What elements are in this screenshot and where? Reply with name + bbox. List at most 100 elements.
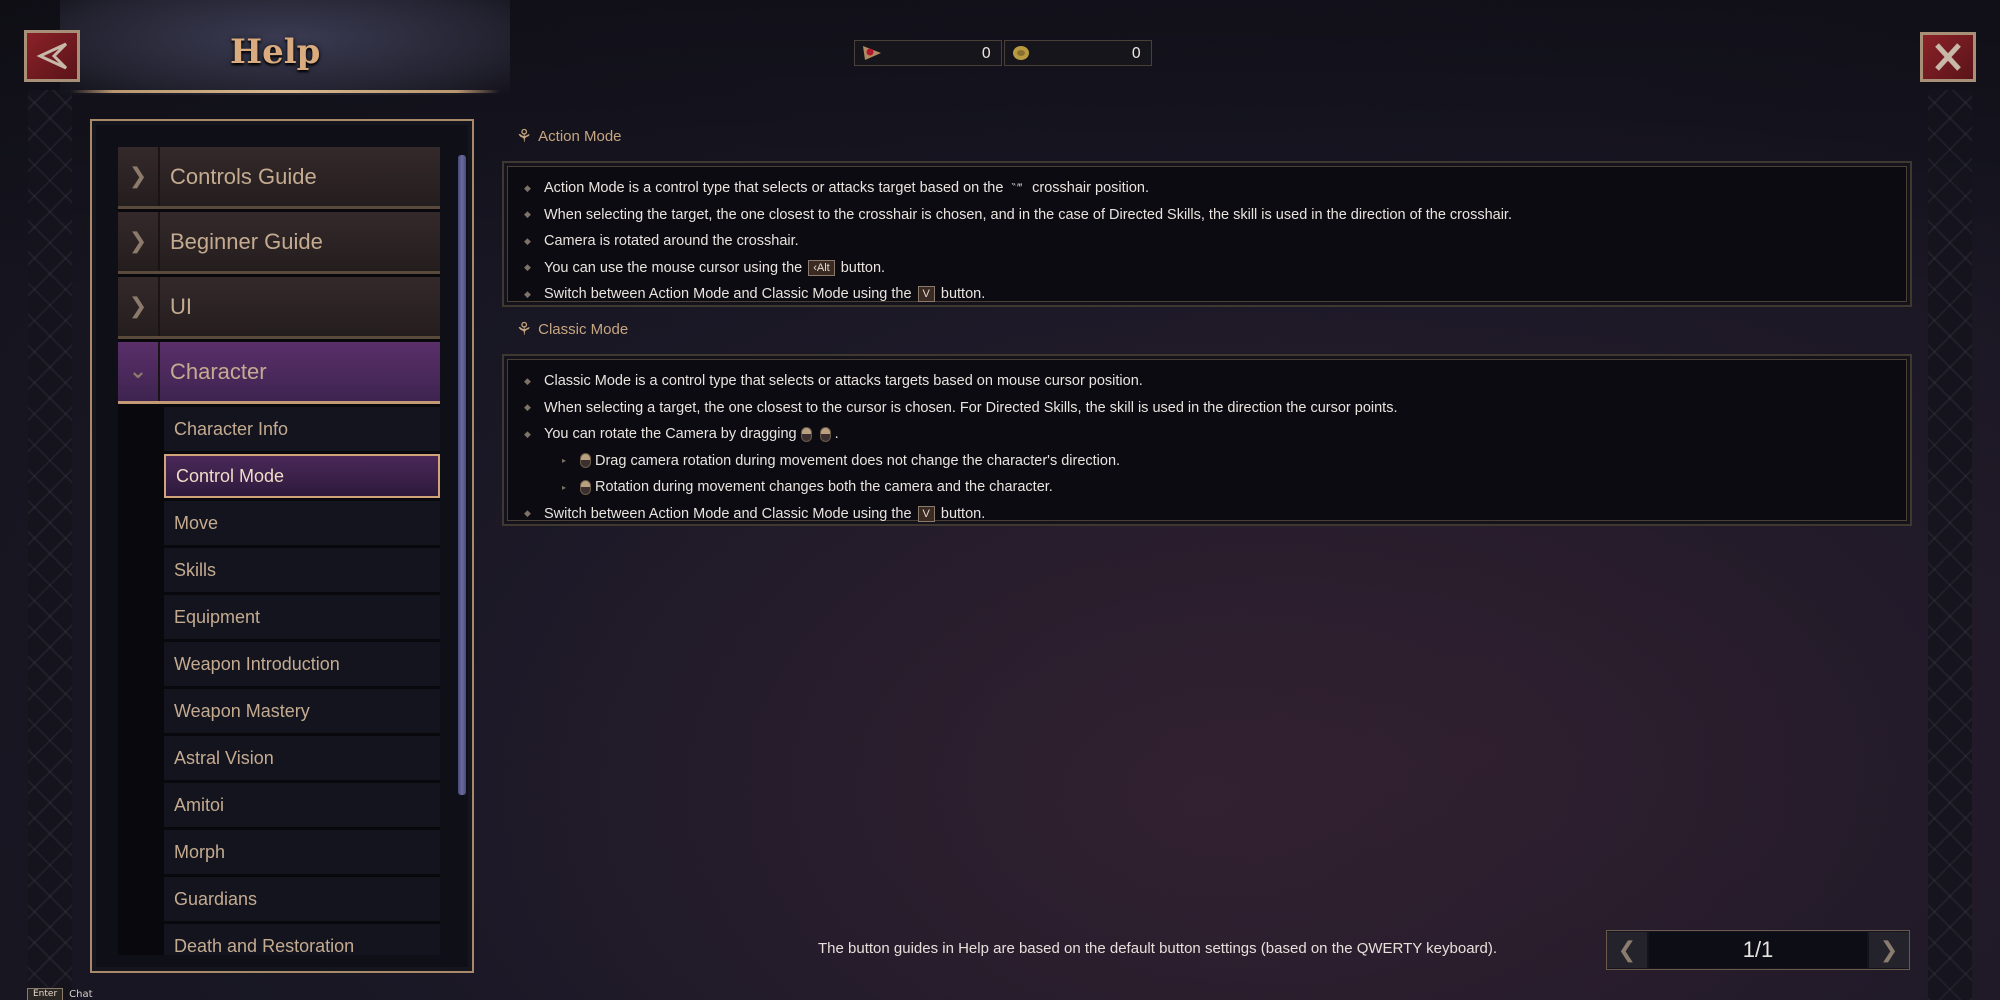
- subitem-amitoi[interactable]: Amitoi: [164, 783, 440, 827]
- help-navigation-panel: ❯ Controls Guide ❯ Beginner Guide ❯ UI ⌄…: [90, 119, 474, 973]
- button-guide-note: The button guides in Help are based on t…: [818, 940, 1498, 957]
- right-mouse-button-icon: [819, 426, 831, 442]
- close-x-icon: [1935, 43, 1961, 71]
- section-title-action-mode: ⚘ Action Mode: [516, 126, 622, 147]
- diamond-bullet-icon: ◆: [524, 288, 531, 299]
- action-mode-box: ◆ Action Mode is a control type that sel…: [502, 161, 1912, 307]
- section-title-text: Classic Mode: [538, 321, 629, 338]
- line-text: button.: [940, 505, 986, 522]
- line-text: Drag camera rotation during movement doe…: [595, 452, 1121, 469]
- info-subline: ▸ Rotation during movement changes both …: [504, 474, 1910, 501]
- line-text: Switch between Action Mode and Classic M…: [544, 286, 912, 303]
- chat-shortcut-hint[interactable]: Enter Chat: [27, 988, 93, 1000]
- v-key-badge: V: [917, 505, 935, 522]
- enter-key-badge: Enter: [27, 988, 64, 1000]
- info-line: ◆ When selecting a target, the one close…: [504, 395, 1910, 422]
- close-button[interactable]: [1920, 32, 1976, 82]
- category-label: Controls Guide: [170, 163, 317, 189]
- diamond-bullet-icon: ◆: [524, 182, 531, 193]
- gem-ticket-icon: [863, 46, 881, 60]
- info-line: ◆ Switch between Action Mode and Classic…: [504, 501, 1910, 528]
- chevron-left-icon: ❮: [1617, 937, 1637, 963]
- diamond-bullet-icon: ◆: [524, 235, 531, 246]
- category-label: Beginner Guide: [170, 228, 323, 254]
- info-subline: ▸ Drag camera rotation during movement d…: [504, 448, 1910, 475]
- category-character[interactable]: ⌄ Character: [118, 342, 440, 404]
- subitem-character-info[interactable]: Character Info: [164, 407, 440, 451]
- line-text: Rotation during movement changes both th…: [595, 479, 1053, 496]
- subitem-astral-vision[interactable]: Astral Vision: [164, 736, 440, 780]
- info-line: ◆ When selecting the target, the one clo…: [504, 202, 1910, 229]
- subitem-guardians[interactable]: Guardians: [164, 877, 440, 921]
- diamond-bullet-icon: ◆: [524, 508, 531, 519]
- section-title-text: Action Mode: [538, 128, 622, 145]
- alt-key-badge: ‹Alt: [808, 259, 835, 276]
- subitem-equipment[interactable]: Equipment: [164, 595, 440, 639]
- help-topic-list: ❯ Controls Guide ❯ Beginner Guide ❯ UI ⌄…: [118, 147, 440, 955]
- nav-scrollbar[interactable]: [458, 155, 466, 795]
- subitem-control-mode[interactable]: Control Mode: [164, 454, 440, 498]
- fleur-de-lis-icon: ⚘: [516, 126, 533, 146]
- info-line: ◆ Action Mode is a control type that sel…: [504, 175, 1910, 202]
- line-text: button.: [840, 259, 886, 276]
- classic-mode-box: ◆ Classic Mode is a control type that se…: [502, 354, 1912, 526]
- line-text: button.: [940, 286, 986, 303]
- pagination: ❮ 1/1 ❯: [1606, 930, 1910, 970]
- currency-gem-value: 0: [981, 44, 991, 62]
- info-line: ◆ You can rotate the Camera by dragging …: [504, 421, 1910, 448]
- crosshair-icon: ‶‴: [1011, 181, 1025, 196]
- diamond-bullet-icon: ◆: [524, 375, 531, 386]
- subitem-morph[interactable]: Morph: [164, 830, 440, 874]
- line-text: Camera is rotated around the crosshair.: [544, 233, 799, 250]
- category-label: Character: [170, 358, 267, 384]
- currency-gold-counter: 0: [1004, 40, 1152, 66]
- line-text: You can use the mouse cursor using the: [544, 259, 803, 276]
- fleur-de-lis-icon: ⚘: [516, 319, 533, 339]
- right-decorative-border: [1928, 90, 1972, 1000]
- subitem-death-and-restoration[interactable]: Death and Restoration: [164, 924, 440, 955]
- page-indicator: 1/1: [1649, 932, 1867, 968]
- gold-coin-icon: [1013, 46, 1029, 60]
- category-controls-guide[interactable]: ❯ Controls Guide: [118, 147, 440, 209]
- left-mouse-button-icon: [580, 479, 591, 495]
- diamond-bullet-icon: ◆: [524, 402, 531, 413]
- category-ui[interactable]: ❯ UI: [118, 277, 440, 339]
- line-text: Action Mode is a control type that selec…: [544, 180, 1004, 197]
- line-text: Switch between Action Mode and Classic M…: [544, 505, 912, 522]
- section-title-classic-mode: ⚘ Classic Mode: [516, 319, 628, 340]
- line-text: When selecting the target, the one close…: [544, 206, 1512, 223]
- header-ornament-line: [70, 90, 500, 93]
- next-page-button[interactable]: ❯: [1869, 932, 1909, 968]
- chevron-down-icon: ⌄: [118, 342, 160, 401]
- back-button[interactable]: [24, 30, 80, 82]
- chevron-right-icon: ❯: [1879, 937, 1899, 963]
- subitem-weapon-mastery[interactable]: Weapon Mastery: [164, 689, 440, 733]
- subitem-skills[interactable]: Skills: [164, 548, 440, 592]
- category-label: UI: [170, 293, 192, 319]
- info-line: ◆ Classic Mode is a control type that se…: [504, 368, 1910, 395]
- line-text: Classic Mode is a control type that sele…: [544, 373, 1143, 390]
- left-mouse-button-icon: [800, 426, 812, 442]
- triangle-bullet-icon: ▸: [562, 482, 567, 492]
- prev-page-button[interactable]: ❮: [1607, 932, 1647, 968]
- line-text: crosshair position.: [1032, 180, 1150, 197]
- subitem-move[interactable]: Move: [164, 501, 440, 545]
- info-line: ◆ Camera is rotated around the crosshair…: [504, 228, 1910, 255]
- chevron-right-icon: ❯: [118, 277, 160, 336]
- diamond-bullet-icon: ◆: [524, 262, 531, 273]
- chat-label: Chat: [69, 989, 93, 1000]
- currency-gem-counter: 0: [854, 40, 1002, 66]
- chevron-right-icon: ❯: [118, 147, 160, 206]
- right-mouse-button-icon: [580, 453, 591, 469]
- line-text: .: [834, 426, 839, 443]
- info-line: ◆ Switch between Action Mode and Classic…: [504, 281, 1910, 308]
- diamond-bullet-icon: ◆: [524, 428, 531, 439]
- info-line: ◆ You can use the mouse cursor using the…: [504, 255, 1910, 282]
- line-text: You can rotate the Camera by dragging: [544, 426, 797, 443]
- subitem-weapon-introduction[interactable]: Weapon Introduction: [164, 642, 440, 686]
- v-key-badge: V: [917, 286, 935, 303]
- category-beginner-guide[interactable]: ❯ Beginner Guide: [118, 212, 440, 274]
- chevron-right-icon: ❯: [118, 212, 160, 271]
- triangle-bullet-icon: ▸: [562, 456, 567, 466]
- back-arrow-icon: [36, 42, 68, 70]
